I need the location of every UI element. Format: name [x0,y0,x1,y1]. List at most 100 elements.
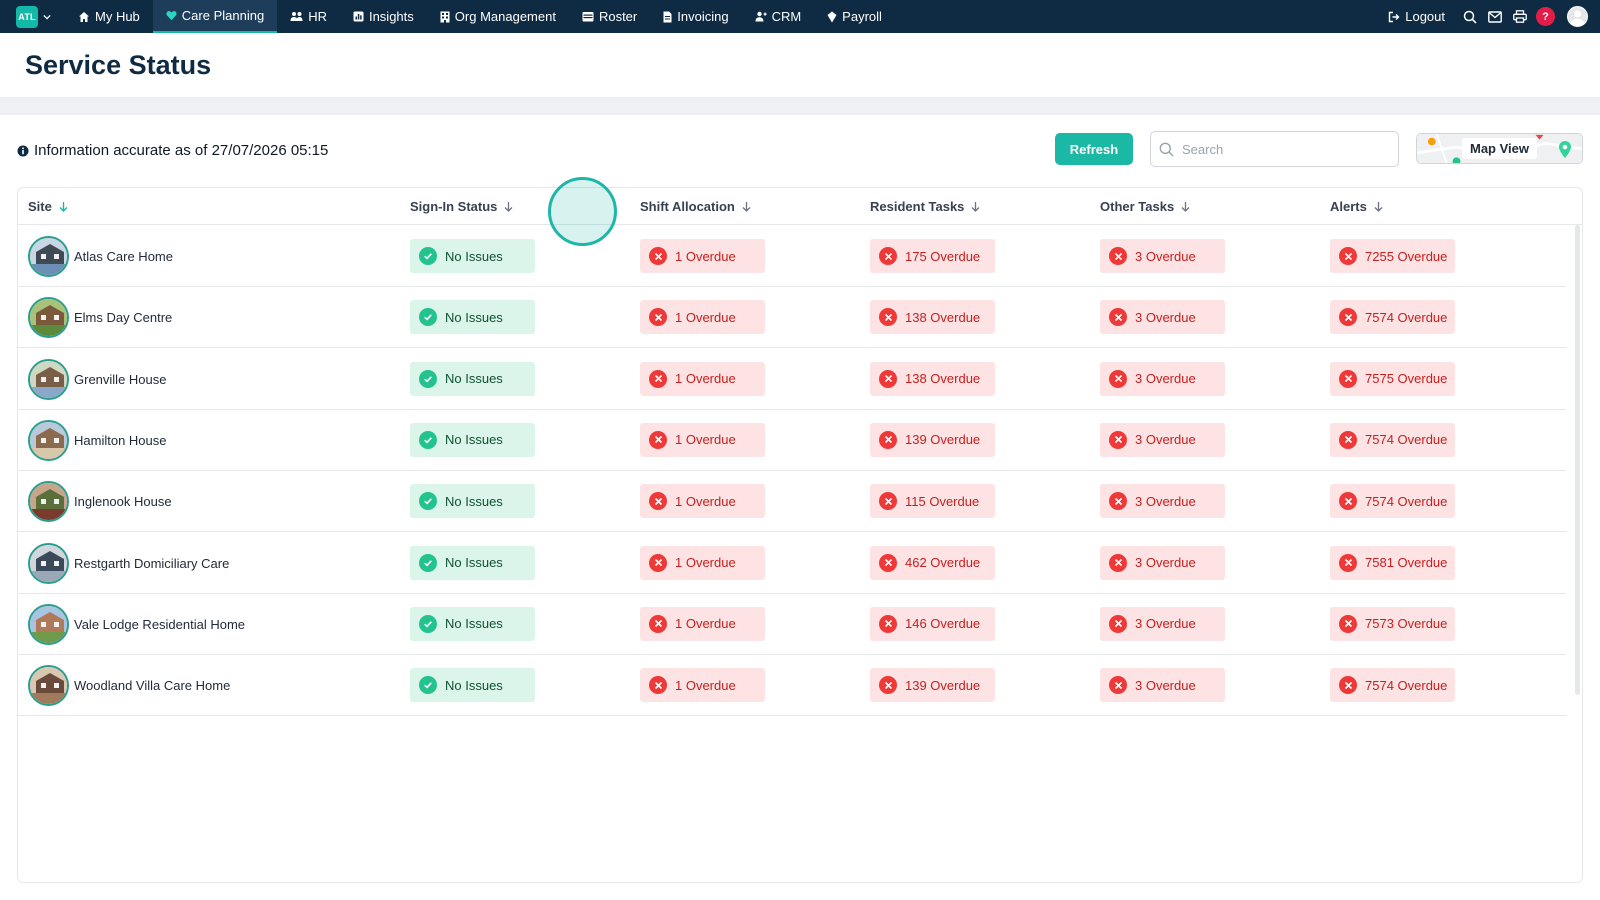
other-tasks-badge[interactable]: 3 Overdue [1100,361,1225,396]
alerts-badge[interactable]: 7255 Overdue [1330,239,1455,273]
resident-tasks-badge[interactable]: 146 Overdue [870,606,995,641]
shift-allocation-badge[interactable]: 1 Overdue [640,484,765,519]
table-row[interactable]: Restgarth Domiciliary Care No Issues 1 Ove… [18,532,1566,594]
nav-label: CRM [771,9,802,24]
x-circle-icon [1109,247,1127,265]
nav-item-my-hub[interactable]: My Hub [65,0,153,33]
table-row[interactable]: Atlas Care Home No Issues 1 Overdue 175 Ove… [18,225,1566,287]
site-link[interactable]: Elms Day Centre [28,297,172,339]
column-label: Other Tasks [1100,198,1175,214]
search-field[interactable] [1150,131,1399,167]
alerts-badge[interactable]: 7574 Overdue [1330,484,1455,519]
column-header-other-tasks[interactable]: Other Tasks [1100,199,1190,214]
table-row[interactable]: Vale Lodge Residential Home No Issues 1 Ov… [18,593,1566,655]
table-row[interactable]: Hamilton House No Issues 1 Overdue 139 Over… [18,409,1566,471]
column-header-sign-in-status[interactable]: Sign-In Status [410,199,513,214]
sign-in-status-badge[interactable]: No Issues [410,422,535,457]
resident-tasks-badge[interactable]: 115 Overdue [870,484,995,519]
site-link[interactable]: Hamilton House [28,419,167,461]
alerts-badge[interactable]: 7574 Overdue [1330,668,1455,703]
search-input[interactable] [1182,141,1382,157]
nav-item-care-planning[interactable]: Care Planning [152,0,278,33]
header-divider [0,97,1600,115]
check-circle-icon [419,492,437,511]
brand-switcher[interactable]: ATL [16,5,51,28]
nav-item-org-management[interactable]: Org Management [427,0,569,33]
nav-item-payroll[interactable]: Payroll [814,0,895,33]
badge-label: 1 Overdue [675,616,736,632]
other-tasks-badge[interactable]: 3 Overdue [1100,545,1225,580]
nav-item-insights[interactable]: Insights [340,0,427,33]
table-row[interactable]: Grenville House No Issues 1 Overdue 138 Ove… [18,348,1566,410]
refresh-button[interactable]: Refresh [1055,133,1133,165]
map-view-button[interactable]: Map View [1416,133,1583,164]
other-tasks-badge[interactable]: 3 Overdue [1100,300,1225,335]
shift-allocation-badge[interactable]: 1 Overdue [640,422,765,457]
column-header-resident-tasks[interactable]: Resident Tasks [870,199,980,214]
nav-item-crm[interactable]: CRM [742,0,815,33]
shift-allocation-badge[interactable]: 1 Overdue [640,361,765,396]
column-header-site[interactable]: Site [28,199,68,214]
resident-tasks-badge[interactable]: 139 Overdue [870,668,995,703]
table-row[interactable]: Woodland Villa Care Home No Issues 1 Overd… [18,654,1566,717]
mail-icon[interactable] [1482,0,1507,33]
badge-label: 3 Overdue [1135,616,1196,632]
sign-in-status-badge[interactable]: No Issues [410,606,535,641]
column-header-shift-allocation[interactable]: Shift Allocation [640,199,751,214]
site-link[interactable]: Grenville House [28,358,167,400]
shift-allocation-badge[interactable]: 1 Overdue [640,239,765,273]
nav-item-invoicing[interactable]: Invoicing [650,0,741,33]
building-icon [440,11,450,22]
sign-in-status-badge[interactable]: No Issues [410,545,535,580]
shift-allocation-badge[interactable]: 1 Overdue [640,606,765,641]
shift-allocation-badge[interactable]: 1 Overdue [640,668,765,703]
nav-item-hr[interactable]: HR [277,0,340,33]
sign-in-status-badge[interactable]: No Issues [410,484,535,519]
logout-button[interactable]: Logout [1388,9,1445,24]
service-status-table: Site Sign-In Status Shift Allocation Res… [17,187,1583,883]
scrollbar[interactable] [1575,225,1580,695]
avatar[interactable] [1567,6,1588,27]
site-link[interactable]: Inglenook House [28,481,172,523]
search-icon[interactable] [1457,0,1482,33]
resident-tasks-badge[interactable]: 138 Overdue [870,361,995,396]
shift-allocation-badge[interactable]: 1 Overdue [640,300,765,335]
other-tasks-badge[interactable]: 3 Overdue [1100,484,1225,519]
sign-in-status-badge[interactable]: No Issues [410,239,535,273]
help-button[interactable]: ? [1536,7,1555,26]
column-header-alerts[interactable]: Alerts [1330,199,1383,214]
badge-label: 1 Overdue [675,432,736,448]
badge-label: 139 Overdue [905,677,981,693]
alerts-badge[interactable]: 7575 Overdue [1330,361,1455,396]
other-tasks-badge[interactable]: 3 Overdue [1100,239,1225,273]
site-link[interactable]: Restgarth Domiciliary Care [28,542,229,584]
sign-in-status-badge[interactable]: No Issues [410,300,535,335]
other-tasks-badge[interactable]: 3 Overdue [1100,606,1225,641]
badge-label: 1 Overdue [675,493,736,509]
chevron-down-icon [43,14,51,20]
resident-tasks-badge[interactable]: 138 Overdue [870,300,995,335]
alerts-badge[interactable]: 7581 Overdue [1330,545,1455,580]
sign-in-status-badge[interactable]: No Issues [410,668,535,703]
site-photo [28,419,69,461]
other-tasks-badge[interactable]: 3 Overdue [1100,668,1225,703]
other-tasks-badge[interactable]: 3 Overdue [1100,422,1225,457]
badge-label: 175 Overdue [905,248,981,264]
alerts-badge[interactable]: 7573 Overdue [1330,606,1455,641]
alerts-badge[interactable]: 7574 Overdue [1330,300,1455,335]
table-row[interactable]: Inglenook House No Issues 1 Overdue 115 Ove… [18,470,1566,533]
site-link[interactable]: Woodland Villa Care Home [28,665,230,707]
site-link[interactable]: Vale Lodge Residential Home [28,603,245,645]
resident-tasks-badge[interactable]: 175 Overdue [870,239,995,273]
shift-allocation-badge[interactable]: 1 Overdue [640,545,765,580]
site-link[interactable]: Atlas Care Home [28,236,173,277]
alerts-badge[interactable]: 7574 Overdue [1330,422,1455,457]
resident-tasks-badge[interactable]: 462 Overdue [870,545,995,580]
table-header: Site Sign-In Status Shift Allocation Res… [18,188,1582,225]
sign-in-status-badge[interactable]: No Issues [410,361,535,396]
badge-label: 146 Overdue [905,616,981,632]
nav-item-roster[interactable]: Roster [569,0,650,33]
print-icon[interactable] [1507,0,1532,33]
resident-tasks-badge[interactable]: 139 Overdue [870,422,995,457]
table-row[interactable]: Elms Day Centre No Issues 1 Overdue 138 Ove… [18,286,1566,349]
